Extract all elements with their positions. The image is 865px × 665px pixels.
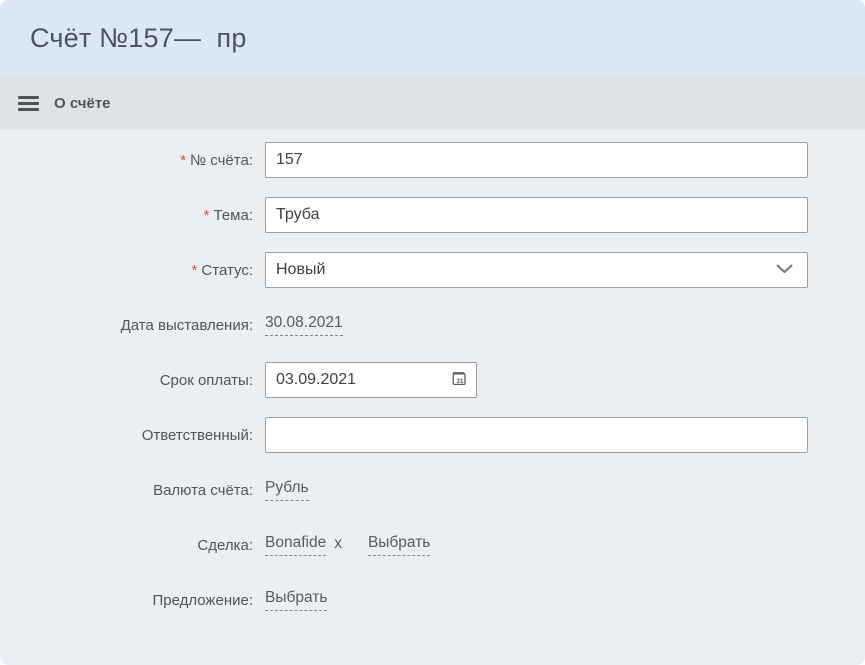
deal-link[interactable]: Bonafide — [265, 534, 326, 556]
field-label: Сделка: — [0, 537, 253, 554]
field-label-text: Сделка: — [197, 537, 253, 554]
invoice-number-input[interactable] — [265, 142, 808, 178]
page-title: Счёт №157— пр — [30, 23, 247, 54]
field-label-text: № счёта: — [190, 152, 253, 169]
field-label: *Тема: — [0, 207, 253, 224]
form-row-topic: *Тема: — [0, 197, 865, 233]
issue-date-link[interactable]: 30.08.2021 — [265, 314, 343, 336]
due-date-input[interactable] — [276, 371, 450, 389]
toolbar: О счёте — [0, 77, 865, 130]
quote-choose-link[interactable]: Выбрать — [265, 589, 327, 611]
field-label: *Статус: — [0, 262, 253, 279]
tab-about-invoice[interactable]: О счёте — [54, 95, 111, 112]
field-label-text: Статус: — [201, 262, 253, 279]
chevron-down-icon — [776, 261, 793, 279]
required-marker: * — [180, 152, 186, 169]
form-row-issue-date: Дата выставления: 30.08.2021 — [0, 307, 865, 343]
field-label-text: Валюта счёта: — [153, 482, 253, 499]
status-select[interactable]: Новый — [265, 252, 808, 288]
form-row-responsible: Ответственный: — [0, 417, 865, 453]
required-marker: * — [192, 262, 198, 279]
form-row-currency: Валюта счёта: Рубль — [0, 472, 865, 508]
form-row-due-date: Срок оплаты: 31 — [0, 362, 865, 398]
required-marker: * — [204, 207, 210, 224]
form-row-quote: Предложение: Выбрать — [0, 582, 865, 618]
field-label-text: Дата выставления: — [121, 317, 253, 334]
responsible-input[interactable] — [265, 417, 808, 453]
invoice-form: *№ счёта: *Тема: *Статус: Новый — [0, 130, 865, 618]
deal-choose-link[interactable]: Выбрать — [368, 534, 430, 556]
topic-input[interactable] — [265, 197, 808, 233]
header: Счёт №157— пр — [0, 0, 865, 77]
field-label: Предложение: — [0, 592, 253, 609]
deal-remove-link[interactable]: x — [334, 535, 342, 556]
form-row-invoice-number: *№ счёта: — [0, 142, 865, 178]
status-select-value: Новый — [276, 261, 325, 279]
field-label: Ответственный: — [0, 427, 253, 444]
calendar-icon[interactable]: 31 — [450, 369, 468, 392]
field-label-text: Ответственный: — [142, 427, 253, 444]
svg-text:31: 31 — [456, 377, 464, 384]
field-label: Срок оплаты: — [0, 372, 253, 389]
form-row-deal: Сделка: Bonafide x Выбрать — [0, 527, 865, 563]
invoice-card: Счёт №157— пр О счёте *№ счёта: *Тема: *… — [0, 0, 865, 665]
field-label-text: Тема: — [214, 207, 254, 224]
field-label: Валюта счёта: — [0, 482, 253, 499]
form-row-status: *Статус: Новый — [0, 252, 865, 288]
field-label-text: Срок оплаты: — [160, 372, 253, 389]
currency-link[interactable]: Рубль — [265, 479, 309, 501]
field-label: *№ счёта: — [0, 152, 253, 169]
due-date-field: 31 — [265, 362, 477, 398]
field-label: Дата выставления: — [0, 317, 253, 334]
hamburger-icon[interactable] — [18, 96, 39, 111]
field-label-text: Предложение: — [152, 592, 253, 609]
